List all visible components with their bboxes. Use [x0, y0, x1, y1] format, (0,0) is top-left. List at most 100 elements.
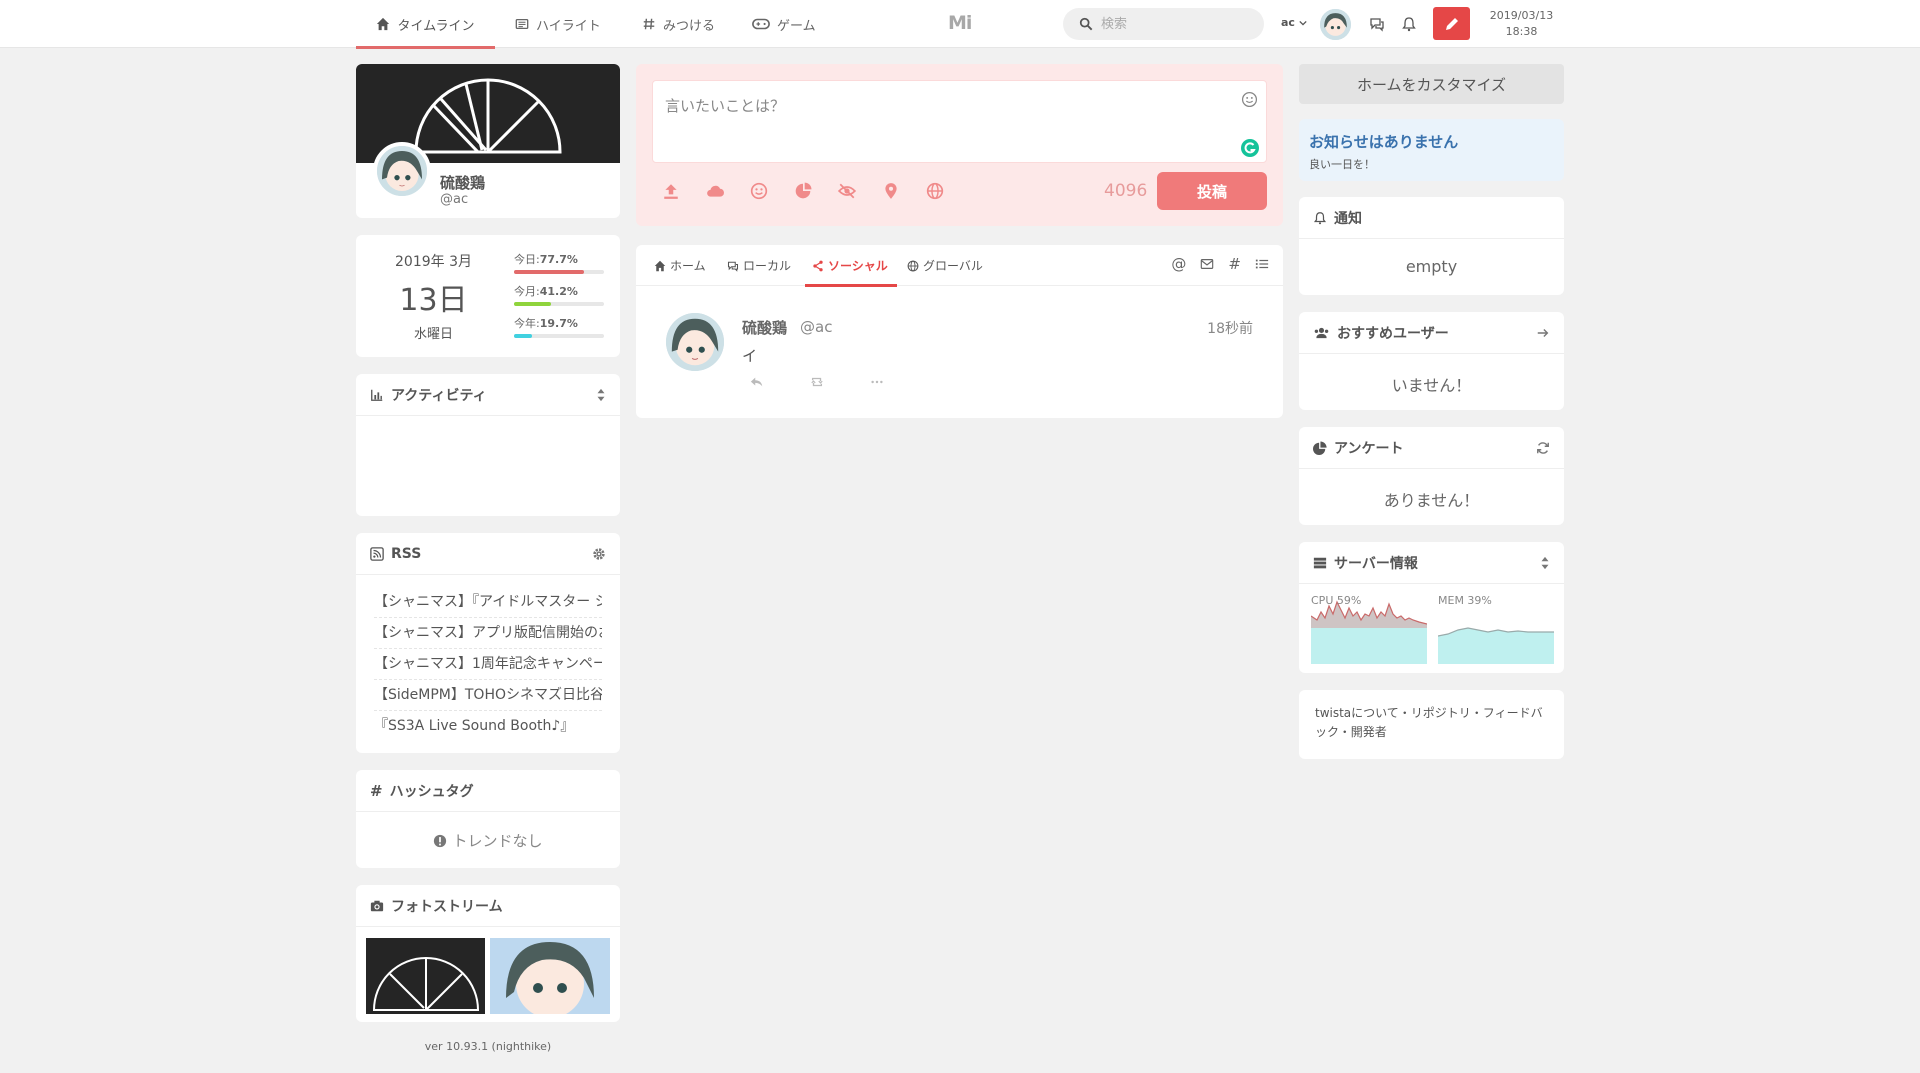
footer-links-card: twistaについて・リポジトリ・フィードバック・開発者 [1299, 690, 1564, 759]
post-form: 言いたいことは？ 4096 投稿 [636, 64, 1283, 226]
progress-fill [514, 270, 584, 274]
refresh-icon[interactable] [1536, 441, 1550, 455]
customize-home-button[interactable]: ホームをカスタマイズ [1299, 64, 1564, 104]
tab-label: ローカル [743, 259, 792, 273]
sort-toggle-icon[interactable] [1540, 556, 1550, 570]
photo-avatar-image [490, 938, 610, 1014]
emoji-icon[interactable] [1241, 91, 1258, 108]
note-timestamp[interactable]: 18秒前 [1207, 318, 1253, 338]
hashtag-icon: # [370, 781, 383, 800]
tab-label: ホーム [670, 259, 706, 273]
rss-item[interactable]: 『SS3A Live Sound Booth♪』 [374, 711, 602, 742]
photostream-title: フォトストリーム [391, 898, 503, 915]
rss-item[interactable]: 【シャニマス】『アイドルマスター シャイニーカラーズ』 [374, 587, 602, 618]
post-submit-button[interactable]: 投稿 [1157, 172, 1267, 210]
tab-social[interactable]: ソーシャル [805, 245, 897, 287]
tab-label: グローバル [923, 259, 983, 273]
avatar-image [666, 313, 724, 371]
gear-icon[interactable] [592, 547, 606, 561]
nav-tab-games[interactable]: ゲーム [752, 0, 816, 48]
map-marker-icon[interactable] [882, 182, 900, 200]
photostream-image[interactable] [490, 938, 610, 1014]
bell-icon[interactable] [1401, 16, 1417, 32]
compose-button[interactable] [1433, 7, 1470, 40]
camera-icon [370, 900, 384, 911]
stat-value: 77.7% [539, 253, 578, 266]
search-icon [1079, 17, 1093, 31]
search-input[interactable] [1099, 15, 1249, 33]
progress-bar [514, 302, 604, 306]
poll-header: アンケート [1299, 427, 1564, 469]
photostream-image[interactable] [366, 938, 485, 1014]
server-info-title: サーバー情報 [1334, 555, 1418, 572]
grammarly-icon[interactable] [1240, 138, 1260, 158]
note-avatar[interactable] [666, 313, 724, 371]
calendar-stat-today: 今日:77.7% [514, 251, 604, 274]
mention-icon[interactable]: @ [1171, 257, 1186, 272]
rss-item[interactable]: 【シャニマス】アプリ版配信開始のお知らせ [374, 618, 602, 649]
hashtag-icon[interactable]: # [1228, 257, 1241, 272]
renote-icon[interactable] [810, 375, 824, 389]
rss-item[interactable]: 【SideMPM】TOHOシネマズ日比谷にて [374, 680, 602, 711]
nav-tab-label: みつける [663, 18, 716, 34]
tab-home[interactable]: ホーム [654, 245, 706, 286]
notifications-title: 通知 [1334, 210, 1362, 227]
activity-header: アクティビティ [356, 374, 620, 416]
timeline-tools: @ # [1171, 257, 1269, 272]
calendar-year-month: 2019年 3月 [395, 254, 472, 270]
progress-fill [514, 302, 552, 306]
cpu-chart: CPU 59% [1310, 594, 1428, 667]
bar-chart-icon [371, 389, 383, 401]
poll-card: アンケート ありません！ [1299, 427, 1564, 525]
footer-links[interactable]: twistaについて・リポジトリ・フィードバック・開発者 [1299, 690, 1564, 756]
rss-header: RSS [356, 533, 620, 575]
note-author-name[interactable]: 硫酸鶏 [742, 317, 787, 338]
envelope-icon[interactable] [1200, 257, 1214, 271]
rss-item[interactable]: 【シャニマス】1周年記念キャンペーン開催 [374, 649, 602, 680]
chevron-down-icon [1299, 20, 1307, 26]
nav-tab-explore[interactable]: みつける [642, 0, 715, 48]
globe-icon[interactable] [926, 182, 944, 200]
poll-pie-icon[interactable] [794, 182, 812, 200]
clock-time: 18:38 [1505, 25, 1538, 38]
account-name: ac [1281, 16, 1295, 29]
messaging-icon[interactable] [1369, 16, 1385, 32]
stat-value: 19.7% [539, 317, 578, 330]
reply-icon[interactable] [750, 375, 764, 389]
account-menu[interactable]: ac [1281, 16, 1307, 29]
list-icon[interactable] [1255, 257, 1269, 271]
nav-tab-timeline[interactable]: タイムライン [356, 0, 495, 49]
version-text: ver 10.93.1 (nighthike) [424, 1040, 552, 1053]
sort-toggle-icon[interactable] [596, 388, 606, 402]
stat-label: 今日: [514, 253, 540, 266]
more-icon[interactable] [870, 375, 884, 389]
server-icon [1313, 557, 1327, 568]
nav-tab-label: タイムライン [397, 18, 475, 34]
poll-empty: ありません！ [1383, 491, 1480, 510]
profile-username[interactable]: @ac [440, 192, 468, 207]
note-author-username[interactable]: @ac [800, 318, 832, 336]
calendar-day: 13日 [399, 283, 468, 318]
home-icon [654, 260, 666, 271]
upload-icon[interactable] [662, 182, 680, 200]
profile-name[interactable]: 硫酸鶏 [440, 172, 485, 193]
hashtags-title: ハッシュタグ [389, 783, 474, 800]
note-actions [750, 375, 884, 389]
avatar[interactable] [1320, 9, 1351, 40]
tab-global[interactable]: グローバル [907, 245, 983, 286]
stat-value: 41.2% [539, 285, 578, 298]
eye-slash-icon[interactable] [838, 182, 856, 200]
tab-local[interactable]: ローカル [727, 245, 791, 286]
photostream-header: フォトストリーム [356, 885, 620, 927]
calendar-card: 2019年 3月 13日 水曜日 今日:77.7% 今月:41.2% 今年:19… [356, 235, 620, 357]
search-box[interactable] [1063, 8, 1264, 40]
post-textarea[interactable]: 言いたいことは？ [652, 80, 1267, 163]
home-icon [377, 17, 390, 31]
smile-icon[interactable] [750, 182, 768, 200]
misskey-logo[interactable]: Mi [948, 12, 972, 34]
arrow-right-icon[interactable] [1536, 326, 1550, 340]
nav-tab-highlight[interactable]: ハイライト [515, 0, 601, 48]
profile-avatar[interactable] [373, 142, 431, 200]
memory-chart: MEM 39% [1437, 594, 1554, 667]
cloud-icon[interactable] [706, 182, 724, 200]
